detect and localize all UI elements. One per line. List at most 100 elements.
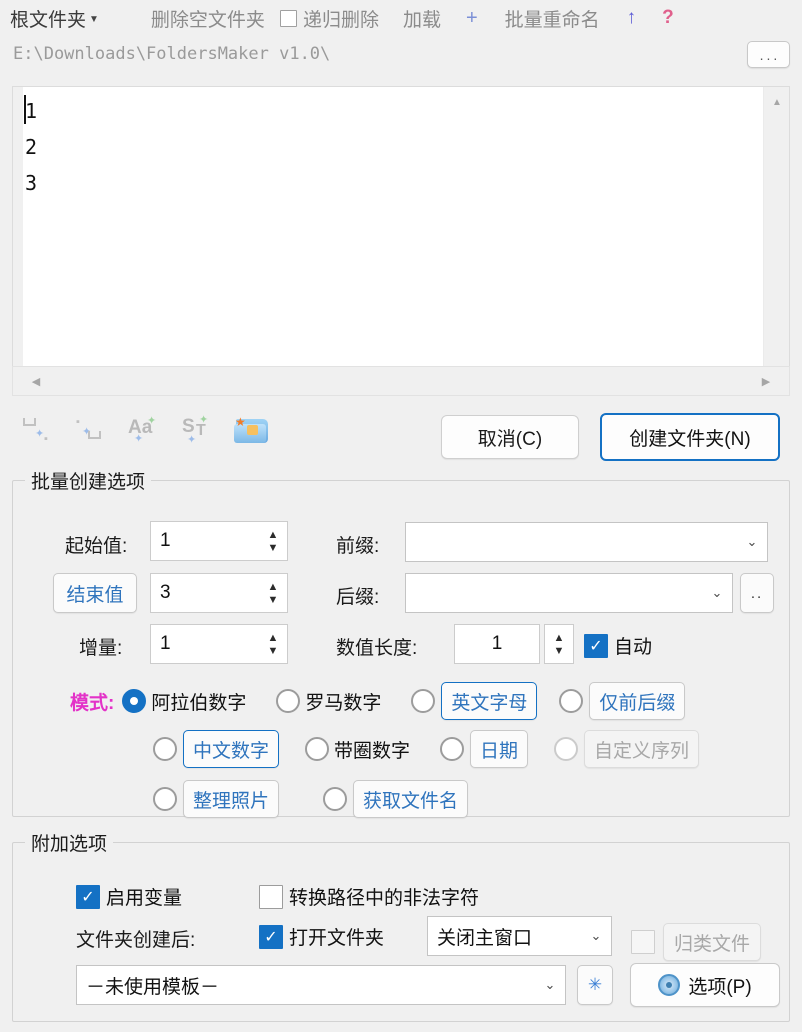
- enable-variables-label: 启用变量: [106, 888, 183, 909]
- toolbar-load-button[interactable]: 加载: [403, 5, 441, 32]
- suffix-browse-button[interactable]: ..: [740, 573, 774, 613]
- template-value[interactable]: －未使用模板－: [77, 972, 535, 999]
- scroll-right-icon[interactable]: ▶: [753, 367, 779, 395]
- mode-option-get-filenames[interactable]: 获取文件名: [323, 780, 469, 818]
- start-value-arrows[interactable]: ▲ ▼: [259, 522, 287, 560]
- editor-line: 1: [25, 99, 38, 123]
- mode-radio-date[interactable]: [440, 737, 465, 761]
- mode-radio-circled[interactable]: [305, 737, 330, 761]
- chevron-down-icon[interactable]: ⌄: [737, 534, 767, 550]
- mode-radio-arabic[interactable]: [122, 689, 147, 713]
- mode-option-date[interactable]: 日期: [440, 730, 529, 768]
- editor-gutter: [13, 87, 23, 395]
- mode-option-affix-only[interactable]: 仅前后缀: [559, 682, 686, 720]
- mode-radio-organize-photos[interactable]: [153, 787, 177, 811]
- extra-options-group: 附加选项 启用变量 转换路径中的非法字符 文件夹创建后: 打开文件夹 关闭主窗口…: [12, 829, 790, 1022]
- mode-option-letters[interactable]: 英文字母: [411, 682, 538, 720]
- create-folders-button[interactable]: 创建文件夹(N): [600, 413, 780, 461]
- window-action-value[interactable]: 关闭主窗口: [428, 923, 581, 950]
- editor-line: 2: [25, 135, 38, 159]
- sort-lines-icon[interactable]: S T ✦ ✦: [180, 412, 214, 446]
- chevron-down-icon[interactable]: ⌄: [702, 585, 732, 601]
- mode-option-circled[interactable]: 带圈数字: [305, 736, 410, 763]
- folder-template-icon[interactable]: ★: [234, 413, 270, 445]
- chevron-down-icon[interactable]: ⌄: [535, 977, 565, 993]
- cancel-button[interactable]: 取消(C): [441, 415, 579, 459]
- toolbar-root-folder-label: 根文件夹: [10, 9, 87, 31]
- step-arrows[interactable]: ▲ ▼: [259, 625, 287, 663]
- mode-label-custom-sequence: 自定义序列: [584, 730, 700, 768]
- batch-group-title: 批量创建选项: [25, 467, 152, 494]
- toolbar-recursive-delete-label[interactable]: 递归删除: [303, 5, 379, 32]
- auto-length-option[interactable]: 自动: [584, 632, 652, 659]
- toolbar-up-arrow-icon[interactable]: ↑: [627, 7, 637, 29]
- mode-label-circled: 带圈数字: [334, 740, 411, 762]
- enable-variables-option[interactable]: 启用变量: [76, 883, 182, 910]
- mode-radio-custom-sequence[interactable]: [554, 737, 579, 761]
- editor-vertical-scrollbar[interactable]: ▲ ▼: [763, 87, 789, 395]
- options-button[interactable]: 选项(P): [630, 963, 780, 1007]
- editor-tools-row: ✦ ▪ ▪ ✦ Aa ✦ ✦ S T ✦ ✦ ★: [18, 412, 270, 446]
- toolbar-add-button[interactable]: +: [466, 7, 478, 30]
- folder-names-textarea[interactable]: 1 2 3 ▲ ▼: [12, 86, 790, 396]
- trim-leading-space-icon[interactable]: ✦ ▪: [18, 412, 52, 446]
- scroll-left-icon[interactable]: ◀: [23, 367, 49, 395]
- step-spinner[interactable]: 1 ▲ ▼: [150, 624, 288, 664]
- after-create-label: 文件夹创建后:: [76, 930, 196, 951]
- num-length-arrow-glyphs[interactable]: ▲ ▼: [545, 625, 573, 663]
- change-case-icon[interactable]: Aa ✦ ✦: [126, 412, 160, 446]
- start-value-spinner[interactable]: 1 ▲ ▼: [150, 521, 288, 561]
- trim-trailing-space-icon[interactable]: ▪ ✦: [72, 412, 106, 446]
- num-length-arrows[interactable]: ▲ ▼: [544, 624, 574, 664]
- scroll-up-icon[interactable]: ▲: [764, 90, 790, 114]
- template-combo[interactable]: －未使用模板－ ⌄: [76, 965, 566, 1005]
- toolbar-root-folder-button[interactable]: 根文件夹 ▼: [10, 5, 99, 32]
- options-button-label: 选项(P): [688, 976, 752, 998]
- mode-label-affix-only[interactable]: 仅前后缀: [589, 682, 686, 720]
- toolbar-batch-rename-button[interactable]: 批量重命名: [505, 5, 600, 32]
- template-star-button[interactable]: ✳: [577, 965, 613, 1005]
- toolbar-help-icon[interactable]: ?: [662, 7, 674, 29]
- mode-row-2: 中文数字 带圈数字 日期 自定义序列: [153, 730, 700, 768]
- num-length-input[interactable]: 1: [454, 624, 540, 664]
- step-input[interactable]: 1: [151, 633, 259, 655]
- mode-option-custom-sequence[interactable]: 自定义序列: [554, 730, 700, 768]
- end-value-arrows[interactable]: ▲ ▼: [259, 574, 287, 612]
- mode-label-organize-photos[interactable]: 整理照片: [183, 780, 280, 818]
- window-action-combo[interactable]: 关闭主窗口 ⌄: [427, 916, 612, 956]
- toolbar-delete-empty-button[interactable]: 删除空文件夹: [151, 5, 265, 32]
- auto-length-checkbox[interactable]: [584, 633, 608, 658]
- end-value-button[interactable]: 结束值: [53, 573, 137, 613]
- convert-illegal-chars-label: 转换路径中的非法字符: [289, 888, 480, 909]
- convert-illegal-chars-option[interactable]: 转换路径中的非法字符: [259, 883, 479, 910]
- mode-option-roman[interactable]: 罗马数字: [276, 688, 381, 715]
- enable-variables-checkbox[interactable]: [76, 884, 100, 909]
- mode-radio-letters[interactable]: [411, 689, 436, 713]
- path-browse-button[interactable]: ...: [747, 41, 790, 68]
- end-value-input[interactable]: 3: [151, 582, 259, 604]
- mode-option-chinese[interactable]: 中文数字: [153, 730, 280, 768]
- open-folder-option[interactable]: 打开文件夹: [259, 923, 384, 950]
- mode-label-chinese[interactable]: 中文数字: [183, 730, 280, 768]
- editor-horizontal-scrollbar[interactable]: ◀ ▶: [12, 366, 790, 396]
- mode-label-date[interactable]: 日期: [470, 730, 529, 768]
- mode-radio-get-filenames[interactable]: [323, 787, 348, 811]
- mode-option-arabic[interactable]: 阿拉伯数字: [122, 688, 246, 715]
- open-folder-checkbox[interactable]: [259, 924, 283, 949]
- mode-option-organize-photos[interactable]: 整理照片: [153, 780, 280, 818]
- toolbar-recursive-delete-checkbox[interactable]: [279, 9, 297, 27]
- suffix-combo[interactable]: ⌄: [405, 573, 733, 613]
- mode-radio-affix-only[interactable]: [559, 689, 584, 713]
- start-value-input[interactable]: 1: [151, 530, 259, 552]
- start-value-label: 起始值:: [65, 536, 128, 557]
- convert-illegal-chars-checkbox[interactable]: [259, 884, 283, 909]
- end-value-spinner[interactable]: 3 ▲ ▼: [150, 573, 288, 613]
- path-input[interactable]: E:\Downloads\FoldersMaker v1.0\: [13, 44, 330, 64]
- mode-radio-chinese[interactable]: [153, 737, 177, 761]
- prefix-combo[interactable]: ⌄: [405, 522, 768, 562]
- num-length-value[interactable]: 1: [455, 633, 539, 655]
- chevron-down-icon[interactable]: ⌄: [581, 928, 611, 944]
- mode-radio-roman[interactable]: [276, 689, 301, 713]
- mode-label-letters[interactable]: 英文字母: [441, 682, 538, 720]
- mode-label-get-filenames[interactable]: 获取文件名: [353, 780, 469, 818]
